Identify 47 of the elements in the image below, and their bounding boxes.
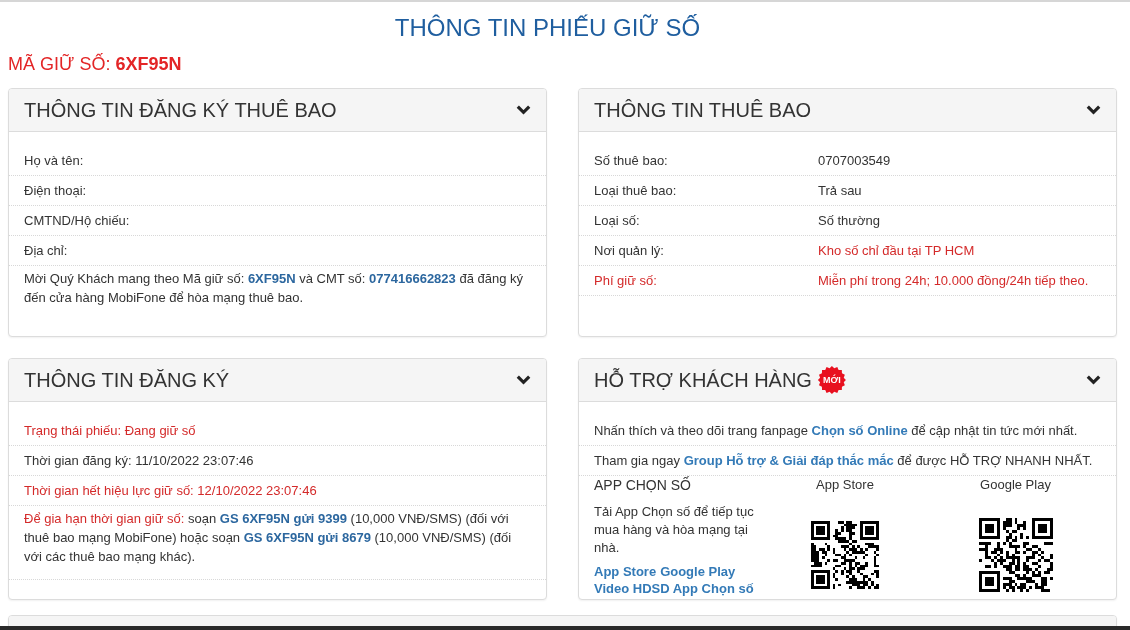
status-text: Thời gian hết hiệu lực giữ số: 12/10/2022 23:07:46	[24, 483, 317, 498]
status-text: Trạng thái phiếu: Đang giữ số	[24, 423, 196, 438]
field-label: Nơi quản lý:	[594, 242, 665, 259]
qr-code-icon[interactable]	[978, 518, 1053, 592]
field-value: Trả sau	[818, 182, 863, 199]
chevron-down-icon[interactable]	[516, 105, 531, 115]
app-description: Tải App Chọn số để tiếp tục mua hàng và hòa mạng tại nhà.	[594, 503, 755, 557]
qr-label: Google Play	[980, 476, 1051, 494]
section-heading: APP CHỌN SỐ	[594, 476, 691, 494]
field-value: 0707003549	[818, 152, 892, 169]
status-text: Thời gian đăng ký: 11/10/2022 23:07:46	[24, 453, 254, 468]
field-label: CMTND/Hộ chiếu:	[24, 213, 130, 228]
hold-code: MÃ GIỮ SỐ: 6XF95N	[8, 53, 182, 75]
page-title: THÔNG TIN PHIẾU GIỮ SỐ	[394, 13, 701, 43]
panel-title: THÔNG TIN ĐĂNG KÝ	[24, 369, 230, 391]
renewal-text: Để gia hạn thời gian giữ số: soạn GS 6XF95N gửi 9399 (10,000 VNĐ/SMS) (đối với thuê bao mạng MobiFone) hoặc soạn GS 6XF95N gửi 8679 (10,000 VNĐ/SMS) (đối với các thuê bao mạng khác).	[9, 506, 546, 580]
instruction-text: Mời Quý Khách mang theo Mã giữ số: 6XF95N và CMT số: 077416662823 đã đăng ký đến cửa hàng MobiFone để hòa mạng thuê bao.	[23, 270, 525, 307]
panel-header[interactable]: HỖ TRỢ KHÁCH HÀNG MỚI	[579, 359, 1116, 402]
qr-label: App Store	[816, 476, 874, 494]
qr-code-icon[interactable]	[811, 521, 879, 589]
panel-title: HỖ TRỢ KHÁCH HÀNG	[594, 369, 812, 391]
field-value: Miễn phí trong 24h; 10.000 đồng/24h tiếp theo.	[818, 272, 1090, 289]
link[interactable]: Google Play	[660, 563, 736, 580]
new-badge: MỚI	[817, 366, 846, 394]
link[interactable]: Video HDSD App Chọn số	[594, 580, 754, 597]
field-label: Loại thuê bao:	[594, 182, 678, 199]
panel-title: THÔNG TIN THUÊ BAO	[594, 99, 812, 121]
link[interactable]: App Store	[594, 563, 657, 580]
field-label: Phí giữ số:	[594, 272, 658, 289]
field-label: Họ và tên:	[24, 153, 84, 168]
chevron-down-icon[interactable]	[516, 375, 531, 385]
panel-header[interactable]: THÔNG TIN ĐĂNG KÝ	[9, 359, 546, 402]
field-label: Số thuê bao:	[594, 152, 669, 169]
field-value: Số thường	[818, 212, 882, 229]
chevron-down-icon[interactable]	[1086, 105, 1101, 115]
link[interactable]: Group Hỗ trợ & Giải đáp thắc mắc	[683, 453, 894, 468]
panel-title: THÔNG TIN ĐĂNG KÝ THUÊ BAO	[24, 99, 337, 121]
field-label: Loại số:	[594, 212, 641, 229]
panel-header[interactable]: THÔNG TIN ĐĂNG KÝ THUÊ BAO	[9, 89, 546, 132]
support-text: Nhấn thích và theo dõi trang fanpage Chọn số Online để cập nhật tin tức mới nhất.	[594, 423, 1078, 438]
field-label: Điện thoại:	[24, 183, 87, 198]
field-label: Địa chỉ:	[24, 243, 68, 258]
panel-header[interactable]: THÔNG TIN THUÊ BAO	[579, 89, 1116, 132]
link[interactable]: Chọn số Online	[811, 423, 908, 438]
chevron-down-icon[interactable]	[1086, 375, 1101, 385]
support-text: Tham gia ngay Group Hỗ trợ & Giải đáp thắc mắc để được HỖ TRỢ NHANH NHẤT.	[594, 453, 1093, 468]
field-value: Kho số chỉ đầu tại TP HCM	[818, 242, 976, 259]
